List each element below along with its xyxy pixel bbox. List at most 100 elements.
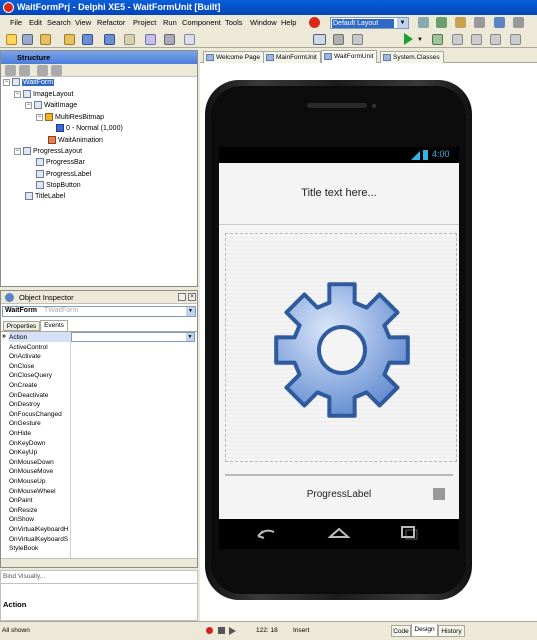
event-row[interactable]: OnMouseMove xyxy=(9,467,71,477)
layout-apply-icon[interactable] xyxy=(436,17,447,28)
tab-events[interactable]: Events xyxy=(40,320,68,331)
layout-selector[interactable]: Default Layout ▼ xyxy=(330,17,409,29)
back-nav-icon[interactable] xyxy=(255,526,277,540)
step-over-icon[interactable] xyxy=(471,34,482,45)
toolbar-more-icon[interactable] xyxy=(513,17,524,28)
event-row[interactable]: OnCloseQuery xyxy=(9,371,71,381)
event-value-editor[interactable]: ▼ xyxy=(71,332,195,342)
event-row[interactable]: OnCreate xyxy=(9,381,71,391)
title-label-area[interactable]: Title text here... xyxy=(219,163,459,225)
wait-image[interactable] xyxy=(225,233,457,462)
chevron-down-icon[interactable]: ▼ xyxy=(397,18,408,28)
tree-node-waitanimation[interactable]: WaitAnimation xyxy=(48,136,103,144)
event-row[interactable]: Action xyxy=(9,333,71,343)
tree-node-multiresbitmap[interactable]: − MultiResBitmap xyxy=(36,113,104,121)
menu-run[interactable]: Run xyxy=(163,18,177,27)
pause-icon[interactable] xyxy=(452,34,463,45)
event-row[interactable]: OnKeyDown xyxy=(9,439,71,449)
event-row[interactable]: OnVirtualKeyboardS xyxy=(9,535,71,545)
tree-node-imagelayout[interactable]: − ImageLayout xyxy=(14,90,73,98)
home-nav-icon[interactable] xyxy=(327,527,351,539)
close-icon[interactable]: × xyxy=(188,293,196,301)
project-manager-icon[interactable] xyxy=(124,34,135,45)
stop-recording-icon[interactable] xyxy=(218,627,225,634)
event-row[interactable]: OnDestroy xyxy=(9,400,71,410)
tree-node-waitform[interactable]: − WaitForm xyxy=(3,78,55,86)
bind-visually-link[interactable]: Bind Visually... xyxy=(3,573,45,580)
event-row[interactable]: OnClose xyxy=(9,362,71,372)
tree-node-progresslabel[interactable]: ProgressLabel xyxy=(36,170,91,178)
compile-icon[interactable] xyxy=(352,34,363,45)
menu-window[interactable]: Window xyxy=(250,18,277,27)
event-row[interactable]: OnMouseWheel xyxy=(9,487,71,497)
down-arrow-icon[interactable] xyxy=(51,65,62,76)
menu-component[interactable]: Component xyxy=(182,18,221,27)
event-row[interactable]: OnMouseDown xyxy=(9,458,71,468)
toggle-form-icon[interactable] xyxy=(184,34,195,45)
save-icon[interactable] xyxy=(82,34,93,45)
event-row[interactable]: OnKeyUp xyxy=(9,448,71,458)
add-file-icon[interactable] xyxy=(145,34,156,45)
collapse-toggle-icon[interactable]: − xyxy=(25,101,32,109)
open-icon[interactable] xyxy=(40,34,51,45)
event-row[interactable]: ActiveControl xyxy=(9,343,71,353)
tree-node-stopbutton[interactable]: StopButton xyxy=(36,181,81,189)
tab-history[interactable]: History xyxy=(438,625,465,637)
device-profile-icon[interactable] xyxy=(309,17,320,28)
tree-node-titlelabel[interactable]: TitleLabel xyxy=(25,192,65,200)
run-to-cursor-icon[interactable] xyxy=(510,34,521,45)
device-icon[interactable] xyxy=(313,34,326,45)
expand-icon[interactable] xyxy=(5,65,16,76)
remove-file-icon[interactable] xyxy=(164,34,175,45)
layout-icon[interactable] xyxy=(455,17,466,28)
tree-node-progressbar[interactable]: ProgressBar xyxy=(36,158,85,166)
chevron-down-icon[interactable]: ▼ xyxy=(186,307,195,316)
open-project-icon[interactable] xyxy=(64,34,75,45)
tab-welcome-page[interactable]: Welcome Page xyxy=(203,51,264,63)
event-row[interactable]: StyleBook xyxy=(9,544,71,554)
tab-mainformunit[interactable]: MainFormUnit xyxy=(263,51,321,63)
event-row[interactable]: OnVirtualKeyboardH xyxy=(9,525,71,535)
save-all-icon[interactable] xyxy=(104,34,115,45)
tab-code[interactable]: Code xyxy=(391,625,411,637)
collapse-toggle-icon[interactable]: − xyxy=(14,90,21,98)
menu-project[interactable]: Project xyxy=(133,18,156,27)
trace-into-icon[interactable] xyxy=(490,34,501,45)
progress-layout[interactable]: ProgressLabel xyxy=(219,464,459,519)
menu-view[interactable]: View xyxy=(75,18,91,27)
event-row[interactable]: OnPaint xyxy=(9,496,71,506)
event-row[interactable]: OnActivate xyxy=(9,352,71,362)
menu-refactor[interactable]: Refactor xyxy=(97,18,125,27)
event-row[interactable]: OnHide xyxy=(9,429,71,439)
collapse-icon[interactable] xyxy=(19,65,30,76)
new-icon[interactable] xyxy=(6,34,17,45)
new-item-icon[interactable] xyxy=(22,34,33,45)
event-row[interactable]: OnMouseUp xyxy=(9,477,71,487)
event-row[interactable]: OnShow xyxy=(9,515,71,525)
record-icon[interactable] xyxy=(206,627,213,634)
event-row[interactable]: OnDeactivate xyxy=(9,391,71,401)
tab-properties[interactable]: Properties xyxy=(3,321,40,331)
run-without-debug-icon[interactable] xyxy=(432,34,443,45)
event-row[interactable]: OnFocusChanged xyxy=(9,410,71,420)
tab-system-classes[interactable]: System.Classes xyxy=(380,51,444,63)
options-icon[interactable] xyxy=(474,17,485,28)
build-icon[interactable] xyxy=(333,34,344,45)
collapse-toggle-icon[interactable]: − xyxy=(3,78,10,86)
event-row[interactable]: OnGesture xyxy=(9,419,71,429)
layout-save-icon[interactable] xyxy=(418,17,429,28)
event-row[interactable]: OnResize xyxy=(9,506,71,516)
menu-help[interactable]: Help xyxy=(281,18,296,27)
play-icon[interactable] xyxy=(229,627,236,635)
pin-icon[interactable] xyxy=(178,293,186,301)
tab-design[interactable]: Design xyxy=(411,624,438,637)
run-icon[interactable] xyxy=(404,33,413,45)
menu-edit[interactable]: Edit xyxy=(29,18,42,27)
menu-file[interactable]: File xyxy=(10,18,22,27)
recent-apps-icon[interactable] xyxy=(399,525,419,541)
tab-waitformunit[interactable]: WaitFormUnit xyxy=(321,50,378,63)
collapse-toggle-icon[interactable]: − xyxy=(14,147,21,155)
window-title-bar[interactable]: WaitFormPrj - Delphi XE5 - WaitFormUnit … xyxy=(0,0,537,15)
stop-button[interactable] xyxy=(433,488,445,500)
menu-search[interactable]: Search xyxy=(47,18,71,27)
